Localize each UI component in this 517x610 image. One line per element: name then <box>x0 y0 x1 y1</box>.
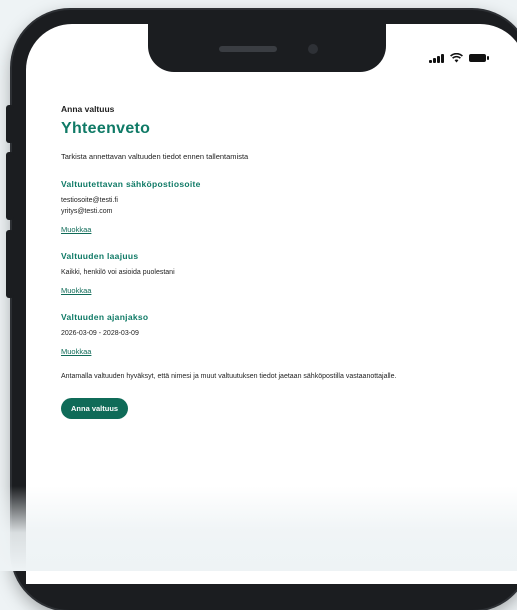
intro-text: Tarkista annettavan valtuuden tiedot enn… <box>61 152 249 161</box>
cellular-signal-icon <box>429 53 444 63</box>
phone-notch <box>148 24 386 72</box>
section-heading: Valtuutettavan sähköpostiosoite <box>61 179 201 189</box>
bottom-fade-overlay <box>0 486 517 571</box>
period-section: Valtuuden ajanjakso 2026-03-09 - 2028-03… <box>61 312 501 359</box>
edit-email-link[interactable]: Muokkaa <box>61 225 91 234</box>
page-title: Yhteenveto <box>61 120 151 137</box>
email-section: Valtuutettavan sähköpostiosoite testioso… <box>61 179 501 237</box>
section-heading: Valtuuden laajuus <box>61 251 139 261</box>
email-value: yritys@testi.com <box>61 208 113 215</box>
submit-authorization-button[interactable]: Anna valtuus <box>61 398 129 419</box>
scope-value: Kaikki, henkilö voi asioida puolestani <box>61 269 175 276</box>
battery-icon <box>469 54 489 62</box>
email-value: testiosoite@testi.fi <box>61 197 118 204</box>
phone-volume-up-button <box>6 152 14 220</box>
edit-scope-link[interactable]: Muokkaa <box>61 286 91 295</box>
phone-silent-switch <box>6 105 14 143</box>
front-camera <box>308 44 318 54</box>
status-bar <box>429 53 489 63</box>
edit-period-link[interactable]: Muokkaa <box>61 347 91 356</box>
period-value: 2026-03-09 - 2028-03-09 <box>61 330 139 337</box>
summary-content: Anna valtuus Yhteenveto Tarkista annetta… <box>61 104 501 419</box>
section-heading: Valtuuden ajanjakso <box>61 312 149 322</box>
phone-volume-down-button <box>6 230 14 298</box>
wifi-icon <box>450 53 463 63</box>
breadcrumb: Anna valtuus <box>61 104 115 114</box>
scope-section: Valtuuden laajuus Kaikki, henkilö voi as… <box>61 251 501 298</box>
speaker-grille <box>219 46 277 52</box>
consent-text: Antamalla valtuuden hyväksyt, että nimes… <box>61 373 397 380</box>
